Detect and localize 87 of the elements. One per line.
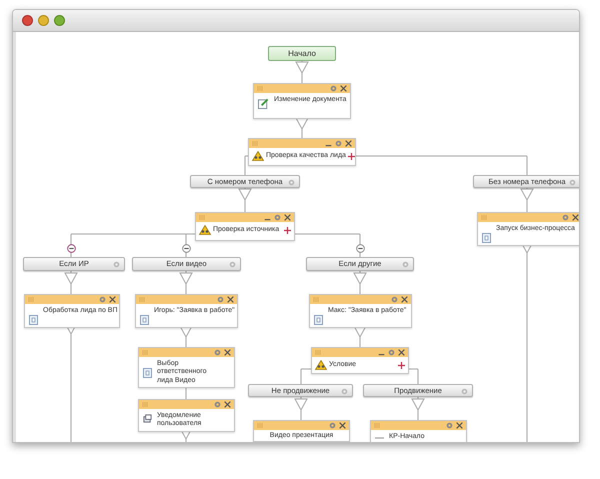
block-header[interactable]	[312, 348, 408, 357]
settings-icon[interactable]	[341, 388, 348, 395]
block-header[interactable]	[139, 400, 234, 409]
block-header[interactable]	[478, 213, 579, 222]
close-icon[interactable]	[109, 296, 116, 303]
settings-icon[interactable]	[274, 214, 281, 221]
arrow-head-icon	[179, 272, 193, 286]
close-icon[interactable]	[340, 85, 347, 92]
settings-icon[interactable]	[330, 85, 337, 92]
warning-icon	[252, 151, 264, 161]
grip-icon[interactable]	[257, 423, 265, 428]
block-header[interactable]	[310, 295, 411, 304]
close-icon[interactable]	[339, 422, 346, 429]
settings-icon[interactable]	[391, 296, 398, 303]
plus-icon[interactable]	[398, 362, 405, 368]
close-window-icon[interactable]	[22, 15, 33, 26]
settings-icon[interactable]	[446, 422, 453, 429]
grip-icon[interactable]	[142, 402, 150, 407]
document-icon	[140, 315, 149, 325]
grip-icon[interactable]	[315, 350, 323, 355]
plus-icon[interactable]	[348, 152, 355, 160]
settings-icon[interactable]	[388, 349, 395, 356]
collapse-icon[interactable]	[66, 244, 76, 252]
dash-icon	[375, 436, 384, 440]
settings-icon[interactable]	[562, 214, 569, 221]
block-header[interactable]	[249, 139, 355, 148]
grip-icon[interactable]	[257, 86, 265, 91]
connector-line	[244, 188, 246, 212]
grip-icon[interactable]	[481, 215, 489, 220]
minimize-window-icon[interactable]	[38, 15, 49, 26]
document-icon	[29, 315, 38, 325]
settings-icon[interactable]	[569, 179, 576, 186]
close-icon[interactable]	[401, 296, 408, 303]
block-header[interactable]	[196, 213, 294, 222]
block-header[interactable]	[254, 421, 349, 430]
document-icon	[143, 368, 152, 378]
grip-icon[interactable]	[28, 297, 36, 302]
close-icon[interactable]	[224, 349, 231, 356]
warning-icon	[315, 360, 327, 370]
document-icon	[482, 233, 491, 243]
document-icon	[314, 315, 323, 325]
settings-icon[interactable]	[402, 261, 409, 268]
maximize-window-icon[interactable]	[54, 15, 65, 26]
arrow-head-icon	[295, 62, 309, 74]
block-header[interactable]	[139, 348, 234, 357]
plus-icon[interactable]	[284, 226, 291, 234]
block-header[interactable]	[371, 421, 466, 430]
close-icon[interactable]	[224, 401, 231, 408]
grip-icon[interactable]	[252, 141, 260, 146]
grip-icon[interactable]	[139, 297, 147, 302]
collapse-icon[interactable]	[182, 244, 190, 252]
start-block[interactable]: Начало	[268, 46, 336, 61]
block-header[interactable]	[25, 295, 119, 304]
arrow-head-icon	[294, 398, 308, 412]
arrow-head-icon	[520, 188, 534, 202]
message-icon	[143, 414, 152, 423]
close-icon[interactable]	[284, 214, 291, 221]
arrow-head-icon	[238, 188, 252, 202]
block-header[interactable]	[254, 84, 350, 93]
close-icon[interactable]	[398, 349, 405, 356]
arrow-head-icon	[411, 398, 425, 412]
connector-line	[70, 270, 72, 294]
warning-icon	[199, 225, 211, 235]
settings-icon[interactable]	[99, 296, 106, 303]
close-icon[interactable]	[456, 422, 463, 429]
grip-icon[interactable]	[199, 215, 207, 220]
settings-icon[interactable]	[217, 296, 224, 303]
close-icon[interactable]	[572, 214, 579, 221]
arrow-head-icon	[64, 272, 78, 286]
close-icon[interactable]	[227, 296, 234, 303]
settings-icon[interactable]	[461, 388, 468, 395]
settings-icon[interactable]	[214, 401, 221, 408]
grip-icon[interactable]	[313, 297, 321, 302]
settings-icon[interactable]	[113, 261, 120, 268]
block-header[interactable]	[136, 295, 237, 304]
grip-icon[interactable]	[142, 350, 150, 355]
connector-line	[526, 188, 528, 212]
settings-icon[interactable]	[329, 422, 336, 429]
edit-document-icon	[258, 98, 269, 109]
settings-icon[interactable]	[335, 140, 342, 147]
arrow-head-icon	[353, 272, 367, 286]
close-icon[interactable]	[345, 140, 352, 147]
settings-icon[interactable]	[214, 349, 221, 356]
settings-icon[interactable]	[229, 261, 236, 268]
settings-icon[interactable]	[288, 179, 295, 186]
grip-icon[interactable]	[374, 423, 382, 428]
collapse-icon[interactable]	[356, 244, 364, 252]
